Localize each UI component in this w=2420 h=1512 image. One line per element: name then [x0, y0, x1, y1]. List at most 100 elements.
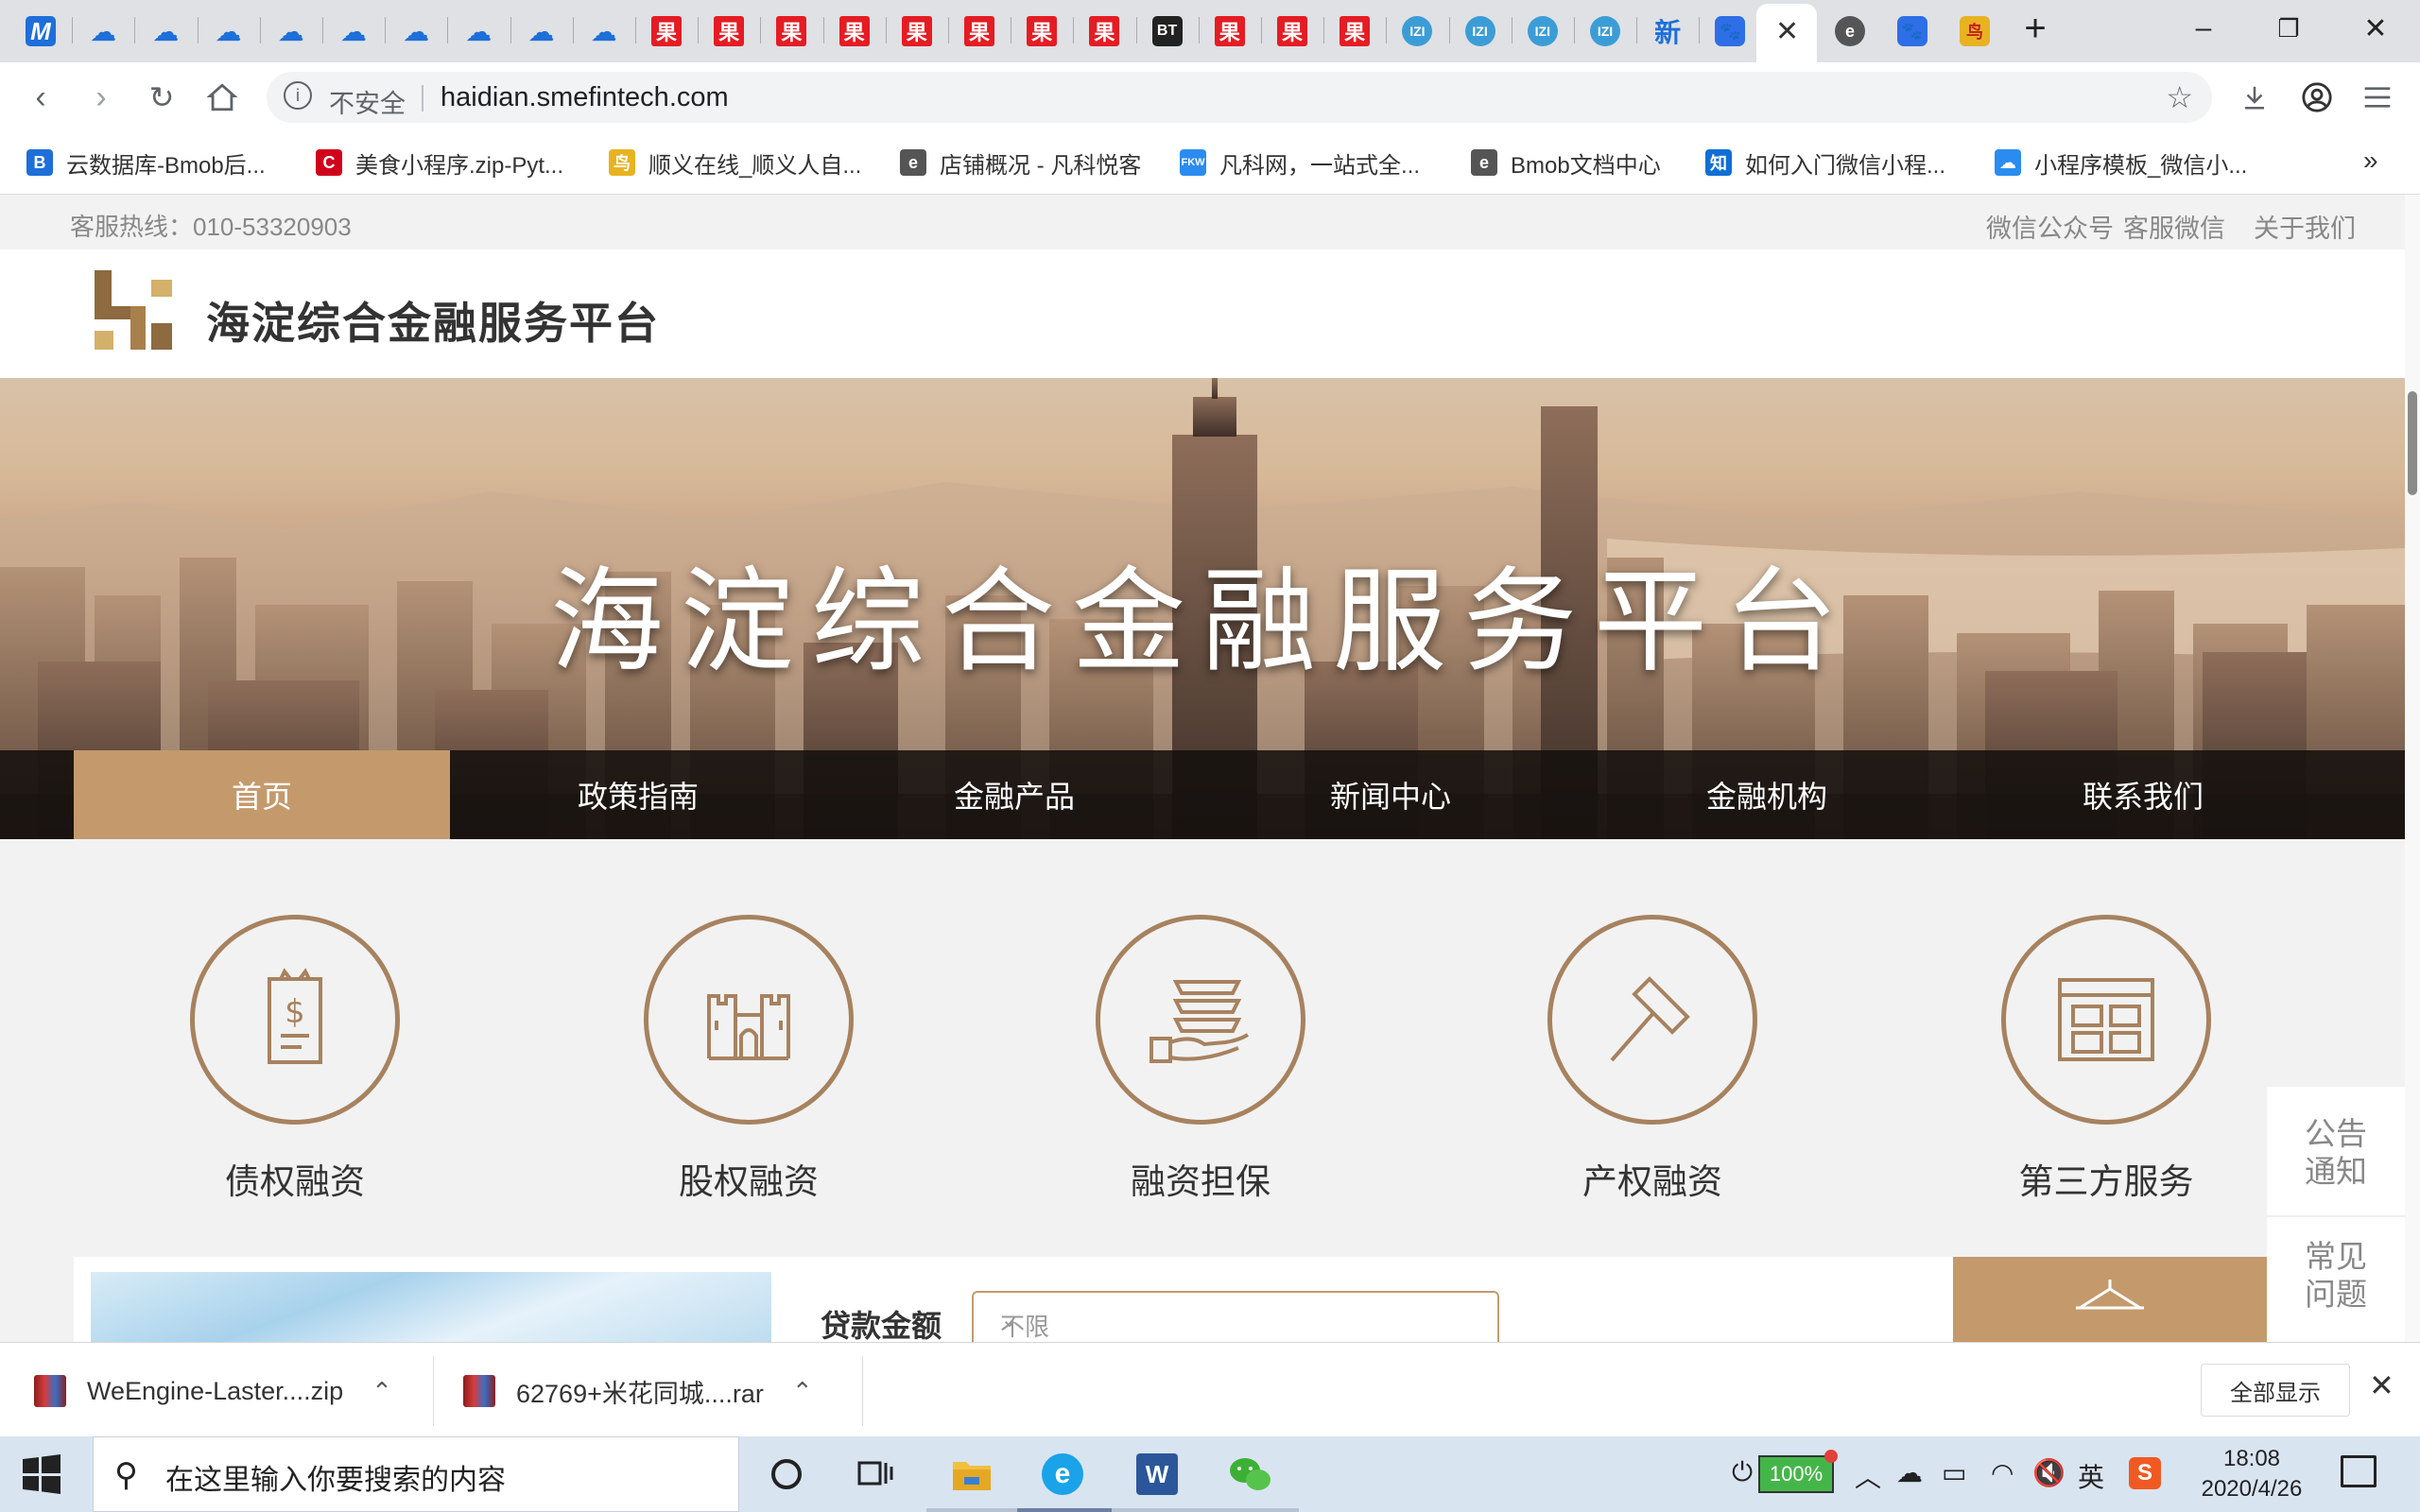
about-us-link[interactable]: 关于我们 — [2254, 208, 2356, 245]
chevron-up-icon[interactable]: ⌃ — [372, 1377, 392, 1406]
menu-button[interactable] — [2356, 76, 2399, 119]
site-logo-text[interactable]: 海淀综合金融服务平台 — [206, 289, 660, 352]
side-faq-link[interactable]: 常见 问题 — [2267, 1238, 2405, 1314]
window-close-button[interactable]: ✕ — [2342, 8, 2409, 49]
bookmark-item[interactable]: e Bmob文档中心 — [1471, 146, 1661, 180]
browser-tab[interactable]: 🐾 — [1703, 8, 1757, 55]
nav-home[interactable]: 首页 — [74, 750, 450, 839]
browser-tab[interactable]: ☁ — [264, 8, 319, 55]
browser-tab[interactable]: IZI — [1515, 8, 1570, 55]
star-bookmark-icon[interactable]: ☆ — [2166, 79, 2193, 115]
bookmark-item[interactable]: B 云数据库-Bmob后... — [26, 146, 266, 180]
browser-tab[interactable]: 果 — [890, 8, 944, 55]
service-debt-financing[interactable]: $ 债权融资 — [172, 915, 418, 1204]
browser-tab[interactable]: BT — [1140, 8, 1195, 55]
wechat-official-link[interactable]: 微信公众号 — [1986, 208, 2114, 245]
volume-muted-icon[interactable]: 🔇 — [2032, 1457, 2066, 1488]
browser-app-icon[interactable]: e — [1038, 1450, 1087, 1499]
sogou-ime-icon[interactable]: S — [2129, 1457, 2161, 1489]
browser-tab[interactable]: 果 — [827, 8, 882, 55]
browser-tab[interactable]: 果 — [764, 8, 819, 55]
browser-tab[interactable]: 果 — [1077, 8, 1132, 55]
new-tab-button[interactable]: + — [2002, 8, 2068, 49]
browser-tab[interactable]: ☁ — [326, 8, 381, 55]
browser-tab[interactable]: ☁ — [76, 8, 130, 55]
security-label[interactable]: 不安全 — [329, 83, 406, 120]
wifi-icon[interactable]: ◠ — [1991, 1457, 2014, 1488]
onedrive-cloud-icon[interactable]: ☁ — [1896, 1457, 1923, 1488]
nav-policy-guide[interactable]: 政策指南 — [450, 750, 826, 839]
browser-tab[interactable]: ☁ — [577, 8, 631, 55]
back-button[interactable]: ‹ — [19, 76, 62, 119]
task-view-icon[interactable] — [851, 1450, 900, 1499]
bookmark-item[interactable]: 鸟顺义在线_顺义人自... — [609, 146, 861, 180]
browser-tab[interactable]: 果 — [1014, 8, 1069, 55]
browser-tab[interactable]: 果 — [1202, 8, 1257, 55]
battery-icon[interactable]: ▭ — [1942, 1457, 1966, 1488]
browser-tab[interactable]: ☁ — [514, 8, 569, 55]
url-text[interactable]: haidian.smefintech.com — [441, 82, 729, 113]
taskbar-clock[interactable]: 18:08 2020/4/26 — [2195, 1444, 2308, 1504]
chevron-up-icon[interactable]: ⌃ — [792, 1377, 813, 1406]
windows-start-icon[interactable] — [21, 1453, 62, 1495]
bookmarks-more-button[interactable]: » — [2363, 146, 2378, 176]
input-language-indicator[interactable]: 英 — [2078, 1457, 2104, 1495]
browser-tab[interactable]: 果 — [701, 8, 756, 55]
browser-tab[interactable]: 果 — [1327, 8, 1382, 55]
browser-tab[interactable]: 鸟 — [1947, 8, 2002, 55]
scrollbar-thumb[interactable] — [2408, 391, 2417, 495]
nav-contact-us[interactable]: 联系我们 — [1955, 750, 2331, 839]
profile-button[interactable] — [2295, 76, 2339, 119]
file-explorer-icon[interactable] — [947, 1450, 996, 1499]
service-financing-guarantee[interactable]: 融资担保 — [1078, 915, 1323, 1204]
browser-tab[interactable]: ☁ — [201, 8, 256, 55]
site-logo-icon[interactable] — [95, 270, 174, 350]
bookmark-item[interactable]: C 美食小程序.zip-Pyt... — [316, 146, 563, 180]
close-download-bar-icon[interactable]: ✕ — [2369, 1367, 2394, 1403]
wechat-service-link[interactable]: 客服微信 — [2123, 208, 2225, 245]
info-icon[interactable]: i — [284, 81, 312, 110]
nav-news-center[interactable]: 新闻中心 — [1202, 750, 1579, 839]
browser-tab[interactable]: e — [1823, 8, 1877, 55]
cortana-icon[interactable] — [762, 1450, 811, 1499]
restore-button[interactable]: ❐ — [2256, 8, 2322, 49]
close-tab-icon[interactable]: ✕ — [1775, 15, 1799, 48]
bookmark-item[interactable]: 知如何入门微信小程... — [1705, 146, 1945, 180]
browser-tab[interactable]: IZI — [1578, 8, 1633, 55]
forward-button[interactable]: › — [79, 76, 123, 119]
service-equity-financing[interactable]: 股权融资 — [626, 915, 872, 1204]
loan-amount-select[interactable]: 不限 ⌄ — [972, 1291, 1499, 1342]
browser-tab[interactable]: ☁ — [451, 8, 506, 55]
wechat-app-icon[interactable] — [1225, 1450, 1274, 1499]
reload-button[interactable]: ↻ — [140, 76, 183, 119]
bookmark-item[interactable]: e 店铺概况 - 凡科悦客 — [900, 146, 1141, 180]
power-plug-icon[interactable]: ⏻ — [1732, 1457, 1753, 1488]
bookmark-item[interactable]: FKW 凡科网，一站式全... — [1180, 146, 1420, 180]
minimize-button[interactable]: – — [2170, 8, 2237, 49]
page-scrollbar[interactable] — [2405, 195, 2420, 1342]
battery-indicator[interactable]: 100% — [1758, 1455, 1834, 1493]
service-property-rights-financing[interactable]: 产权融资 — [1530, 915, 1775, 1204]
browser-tab[interactable]: 果 — [639, 8, 694, 55]
browser-tab[interactable]: IZI — [1390, 8, 1444, 55]
browser-tab[interactable]: 果 — [1265, 8, 1320, 55]
side-notice-link[interactable]: 公告 通知 — [2267, 1115, 2405, 1191]
taskbar-search-box[interactable]: ⚲ 在这里输入你要搜索的内容 — [93, 1436, 739, 1512]
home-button[interactable] — [200, 76, 244, 119]
download-item[interactable]: 62769+米花同城....rar ⌃ — [463, 1367, 813, 1415]
browser-tab[interactable]: 果 — [952, 8, 1007, 55]
browser-tab[interactable]: ☁ — [389, 8, 443, 55]
download-item[interactable]: WeEngine-Laster....zip ⌃ — [34, 1367, 392, 1415]
omnibox[interactable]: i 不安全 haidian.smefintech.com ☆ — [267, 72, 2212, 123]
nav-financial-institutions[interactable]: 金融机构 — [1579, 750, 1955, 839]
browser-tab[interactable]: M — [13, 8, 68, 55]
browser-tab[interactable]: ☁ — [138, 8, 193, 55]
active-tab[interactable]: ✕ — [1756, 4, 1817, 62]
bookmark-item[interactable]: ☁ 小程序模板_微信小... — [1995, 146, 2247, 180]
download-button[interactable] — [2233, 76, 2276, 119]
service-third-party[interactable]: 第三方服务 — [1983, 915, 2229, 1204]
browser-tab[interactable]: 🐾 — [1885, 8, 1940, 55]
browser-tab[interactable]: IZI — [1453, 8, 1508, 55]
action-center-icon[interactable] — [2341, 1455, 2377, 1487]
nav-financial-products[interactable]: 金融产品 — [826, 750, 1202, 839]
